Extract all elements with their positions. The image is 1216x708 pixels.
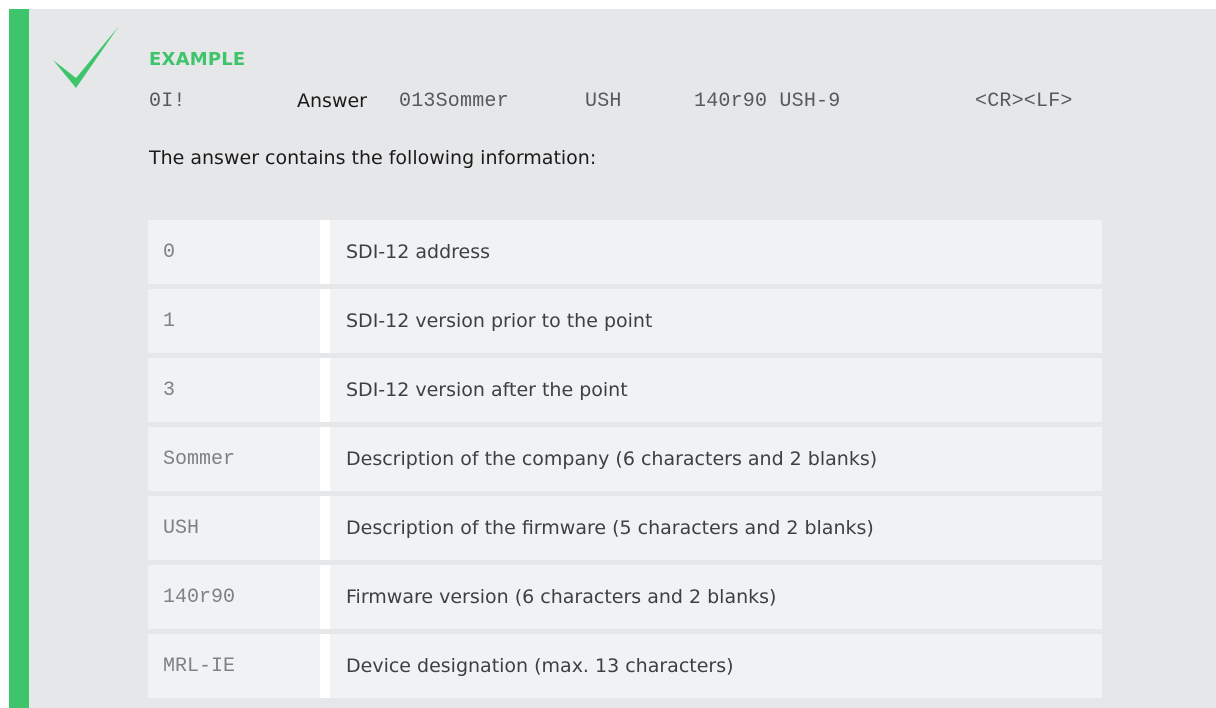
answer-part-2: USH (585, 90, 622, 113)
table-row: USH Description of the firmware (5 chara… (148, 496, 1102, 560)
example-label: EXAMPLE (149, 49, 246, 70)
row-key: 3 (148, 358, 320, 422)
table-row: 140r90 Firmware version (6 characters an… (148, 565, 1102, 629)
column-divider (320, 358, 330, 422)
row-description: Firmware version (6 characters and 2 bla… (330, 565, 1102, 629)
row-key: USH (148, 496, 320, 560)
accent-bar (9, 9, 29, 708)
table-row: 0 SDI-12 address (148, 220, 1102, 284)
row-description: Description of the company (6 characters… (330, 427, 1102, 491)
row-description: SDI-12 version prior to the point (330, 289, 1102, 353)
table-row: 3 SDI-12 version after the point (148, 358, 1102, 422)
row-key: 1 (148, 289, 320, 353)
table-row: 1 SDI-12 version prior to the point (148, 289, 1102, 353)
column-divider (320, 427, 330, 491)
column-divider (320, 634, 330, 698)
answer-part-1: 013Sommer (399, 90, 509, 113)
column-divider (320, 496, 330, 560)
checkmark-icon (53, 26, 119, 88)
row-description: Device designation (max. 13 characters) (330, 634, 1102, 698)
intro-text: The answer contains the following inform… (149, 147, 597, 169)
answer-part-3: 140r90 USH-9 (694, 90, 841, 113)
row-description: Description of the firmware (5 character… (330, 496, 1102, 560)
table-row: Sommer Description of the company (6 cha… (148, 427, 1102, 491)
row-key: Sommer (148, 427, 320, 491)
command-line: 0I! Answer 013Sommer USH 140r90 USH-9 <C… (149, 86, 1149, 114)
column-divider (320, 565, 330, 629)
row-key: 140r90 (148, 565, 320, 629)
row-description: SDI-12 version after the point (330, 358, 1102, 422)
row-description: SDI-12 address (330, 220, 1102, 284)
command-text: 0I! (149, 90, 186, 113)
table-row: MRL-IE Device designation (max. 13 chara… (148, 634, 1102, 698)
column-divider (320, 289, 330, 353)
answer-label: Answer (297, 90, 367, 112)
column-divider (320, 220, 330, 284)
info-table: 0 SDI-12 address 1 SDI-12 version prior … (148, 220, 1102, 703)
row-key: MRL-IE (148, 634, 320, 698)
answer-part-4: <CR><LF> (975, 90, 1073, 113)
row-key: 0 (148, 220, 320, 284)
